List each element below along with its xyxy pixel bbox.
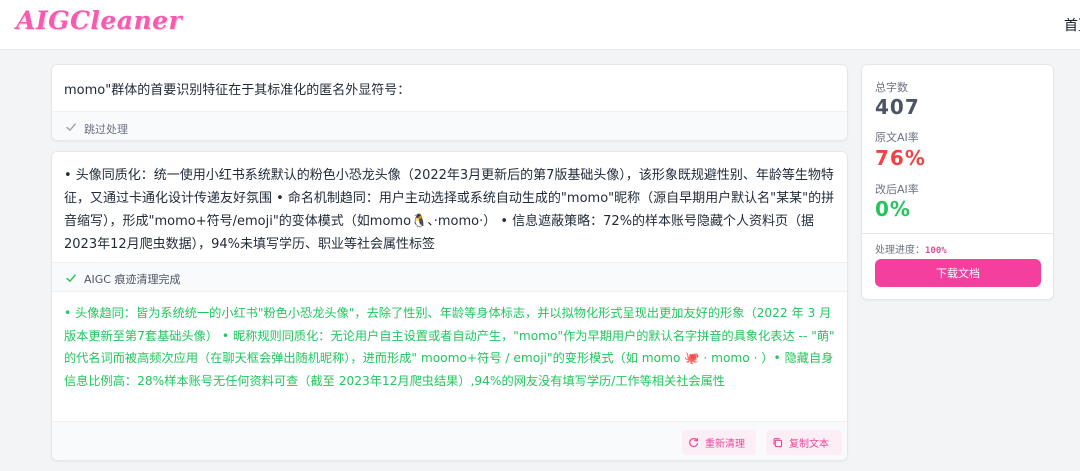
total-words-value: 407 (875, 95, 920, 119)
progress-label: 处理进度：100% (875, 241, 947, 256)
revised-ai-rate-value: 0% (875, 197, 911, 221)
clean-status-bar: AIGC 痕迹清理完成 (52, 262, 847, 292)
regenerate-button[interactable]: 重新清理 (682, 430, 756, 455)
total-words-label: 总字数 (875, 81, 908, 94)
app-logo[interactable]: AIGCleaner (16, 6, 182, 35)
original-ai-rate-label: 原文AI率 (875, 131, 919, 144)
copy-label: 复制文本 (789, 439, 829, 450)
original-text: • 头像同质化：统一使用小红书系统默认的粉色小恐龙头像（2022年3月更新后的第… (64, 168, 835, 252)
nav-home-link[interactable]: 首页 (1064, 15, 1080, 35)
segment-card-heading: momo"群体的首要识别特征在于其标准化的匿名外显符号： 跳过处理 (51, 64, 848, 141)
segment-card-body: • 头像同质化：统一使用小红书系统默认的粉色小恐龙头像（2022年3月更新后的第… (51, 151, 848, 461)
regenerate-label: 重新清理 (705, 439, 745, 450)
check-icon (66, 274, 76, 282)
original-ai-rate-value: 76% (875, 146, 926, 170)
revised-ai-rate-label: 改后AI率 (875, 183, 919, 196)
copy-button[interactable]: 复制文本 (766, 430, 842, 455)
top-bar: AIGCleaner 首页 (0, 0, 1080, 50)
copy-icon (773, 438, 783, 448)
segment-status-bar: 跳过处理 (52, 111, 847, 140)
clean-status-label: AIGC 痕迹清理完成 (84, 273, 181, 286)
progress-label-text: 处理进度： (875, 245, 925, 256)
divider (862, 233, 1053, 234)
check-icon (66, 123, 76, 131)
stats-panel: 总字数 407 原文AI率 76% 改后AI率 0% 处理进度：100% 下载文… (861, 64, 1054, 300)
segment-text: momo"群体的首要识别特征在于其标准化的匿名外显符号： (64, 83, 411, 98)
progress-value: 100% (925, 246, 947, 256)
skip-status-label: 跳过处理 (84, 123, 128, 136)
download-button[interactable]: 下载文档 (875, 259, 1041, 287)
cleaned-text[interactable]: • 头像趋同：皆为系统统一的小红书"粉色小恐龙头像"，去除了性别、年龄等身体标志… (64, 302, 842, 392)
refresh-icon (689, 437, 699, 448)
actions-bar: 重新清理 复制文本 (52, 421, 847, 460)
